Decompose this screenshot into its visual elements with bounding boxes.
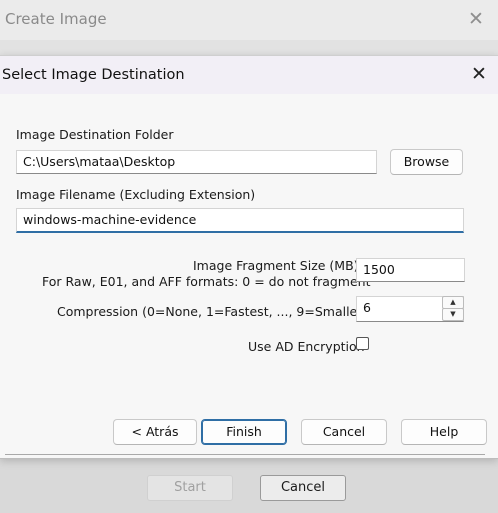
finish-button[interactable]: Finish — [201, 419, 287, 445]
destination-folder-input[interactable]: C:\Users\mataa\Desktop — [16, 150, 377, 174]
destination-folder-label: Image Destination Folder — [16, 127, 174, 142]
close-icon[interactable]: ✕ — [466, 8, 486, 30]
create-image-titlebar: Create Image ✕ — [0, 0, 498, 40]
filename-input[interactable]: windows-machine-evidence — [16, 208, 464, 233]
dialog-titlebar: Select Image Destination ✕ — [0, 56, 498, 94]
fragment-size-input[interactable]: 1500 — [356, 258, 465, 282]
cancel-button[interactable]: Cancel — [301, 419, 387, 445]
dialog-separator — [5, 454, 485, 455]
help-button[interactable]: Help — [401, 419, 487, 445]
dialog-title: Select Image Destination — [2, 67, 185, 83]
fragment-size-label: Image Fragment Size (MB) — [193, 258, 359, 273]
compression-label: Compression (0=None, 1=Fastest, ..., 9=S… — [57, 304, 374, 319]
start-button: Start — [147, 475, 233, 501]
back-button[interactable]: < Atrás — [113, 419, 197, 445]
compression-stepper[interactable]: ▲ ▼ — [442, 295, 464, 321]
close-icon[interactable]: ✕ — [468, 63, 490, 85]
create-image-footer — [0, 458, 498, 513]
fragment-size-hint: For Raw, E01, and AFF formats: 0 = do no… — [42, 274, 371, 289]
filename-label: Image Filename (Excluding Extension) — [16, 187, 256, 202]
create-image-title: Create Image — [5, 10, 107, 28]
ad-encryption-checkbox[interactable] — [356, 337, 369, 350]
chevron-down-icon[interactable]: ▼ — [442, 308, 464, 321]
background-cancel-button[interactable]: Cancel — [260, 475, 346, 501]
ad-encryption-label: Use AD Encryption — [248, 339, 365, 354]
browse-button[interactable]: Browse — [390, 149, 463, 175]
select-image-destination-dialog: Select Image Destination ✕ Image Destina… — [0, 55, 498, 459]
